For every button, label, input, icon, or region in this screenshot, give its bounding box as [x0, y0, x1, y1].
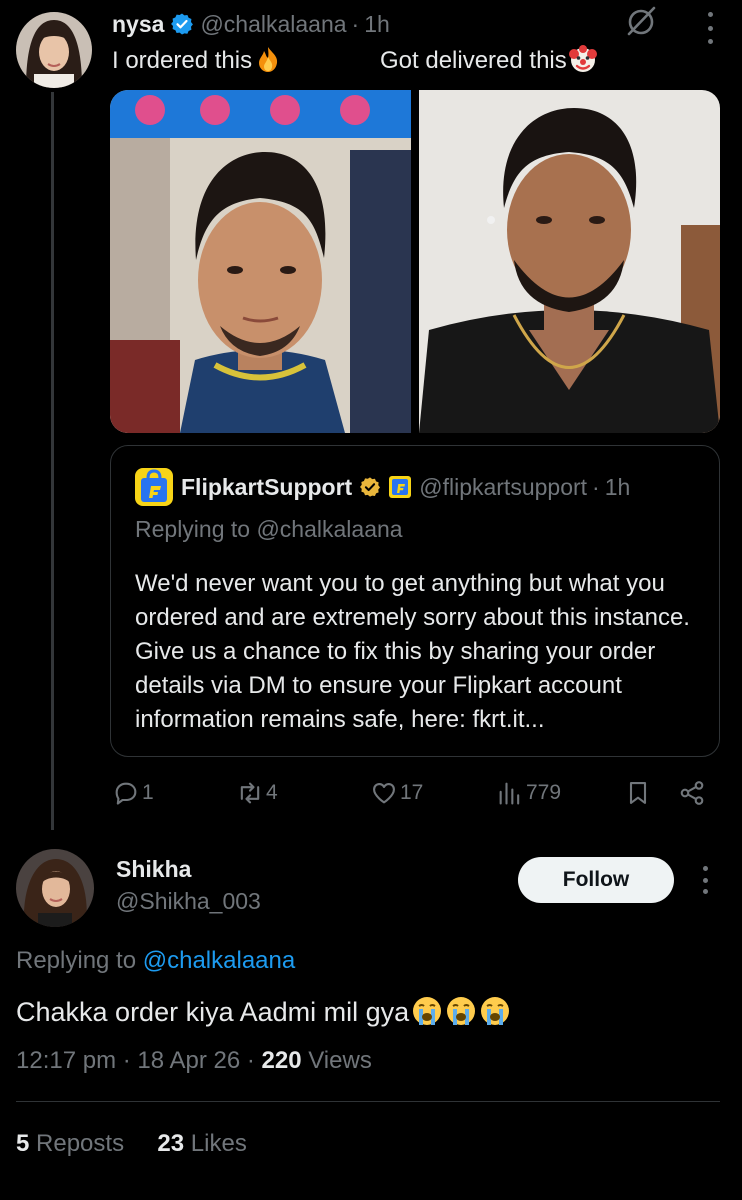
- repost-button[interactable]: 4: [236, 776, 278, 810]
- likes-stat-label: Likes: [190, 1130, 247, 1157]
- replying-to-line: Replying to @chalkalaana: [16, 947, 295, 975]
- gold-verified-badge-icon: [360, 477, 381, 497]
- photo-ordered[interactable]: [110, 90, 411, 433]
- caption-left: I ordered this: [112, 45, 282, 75]
- reply-icon: [115, 782, 137, 805]
- reply-author-name[interactable]: Shikha: [116, 856, 191, 883]
- reposts-stat[interactable]: 5 Reposts: [16, 1130, 124, 1157]
- shikha-avatar[interactable]: [16, 849, 94, 927]
- loudly-crying-emoji: [413, 997, 442, 1025]
- reply-views-label: Views: [308, 1047, 372, 1074]
- replying-to-mention[interactable]: @chalkalaana: [143, 947, 295, 974]
- divider: [16, 1101, 720, 1102]
- author-handle[interactable]: @chalkalaana: [200, 11, 346, 38]
- reply-author-handle[interactable]: @Shikha_003: [116, 888, 261, 915]
- reposts-stat-count: 5: [16, 1130, 30, 1157]
- quoted-reply-card[interactable]: FlipkartSupport @flipkartsupport · 1h Re…: [110, 445, 720, 757]
- like-button[interactable]: 17: [370, 776, 423, 810]
- views-count: 779: [526, 781, 562, 804]
- thread-connector-line: [51, 92, 54, 830]
- flipkart-logo-icon[interactable]: [135, 468, 173, 506]
- caption-right: Got delivered this: [380, 45, 597, 75]
- reply-views-count: 220: [261, 1047, 302, 1074]
- loudly-crying-emoji: [447, 997, 476, 1025]
- replying-to-prefix: Replying to: [16, 947, 137, 974]
- verified-badge-icon: [171, 13, 194, 35]
- separator-dot: ·: [122, 1047, 131, 1074]
- heart-icon: [373, 782, 395, 804]
- reply-body-text: Chakka order kiya Aadmi mil gya: [16, 997, 410, 1027]
- quote-replying-to: Replying to @chalkalaana: [135, 516, 403, 542]
- like-count: 17: [400, 781, 424, 804]
- more-vertical-icon[interactable]: [700, 12, 720, 44]
- clown-emoji: [568, 45, 597, 72]
- reply-time[interactable]: 12:17 pm: [16, 1047, 116, 1074]
- author-name[interactable]: nysa: [112, 11, 164, 38]
- loudly-crying-emoji: [481, 997, 510, 1025]
- follow-button[interactable]: Follow: [518, 857, 674, 903]
- views-icon: [499, 782, 520, 805]
- repost-count: 4: [266, 781, 278, 804]
- repost-icon: [240, 782, 260, 804]
- post-action-bar: 1 4 17 779: [112, 776, 722, 810]
- photo-delivered[interactable]: [419, 90, 720, 433]
- caption-right-text: Got delivered this: [380, 47, 567, 74]
- share-button[interactable]: [678, 776, 708, 810]
- post-time[interactable]: 1h: [364, 11, 390, 38]
- post-header: nysa @chalkalaana · 1h: [112, 8, 390, 40]
- quote-author-handle[interactable]: @flipkartsupport: [419, 474, 587, 501]
- separator-dot: ·: [246, 1047, 255, 1074]
- reply-metadata: 12:17 pm · 18 Apr 26 · 220 Views: [16, 1047, 372, 1075]
- quote-body-text: We'd never want you to get anything but …: [135, 570, 690, 733]
- quote-time[interactable]: 1h: [605, 474, 631, 501]
- bookmark-icon: [629, 782, 647, 804]
- reply-button[interactable]: 1: [112, 776, 154, 810]
- post-media[interactable]: [110, 90, 720, 433]
- nysa-avatar[interactable]: [16, 12, 92, 88]
- likes-stat-count: 23: [157, 1130, 185, 1157]
- reply-date[interactable]: 18 Apr 26: [137, 1047, 240, 1074]
- reply-engagement-stats: 5 Reposts 23 Likes: [16, 1130, 247, 1158]
- affiliate-badge-icon: [389, 476, 412, 498]
- share-icon: [680, 781, 704, 805]
- grok-icon[interactable]: [623, 4, 659, 40]
- views-button[interactable]: 779: [496, 776, 561, 810]
- reply-body: Chakka order kiya Aadmi mil gya: [16, 995, 511, 1028]
- quote-author-name[interactable]: FlipkartSupport: [181, 474, 352, 501]
- more-vertical-icon[interactable]: [695, 866, 715, 894]
- caption-left-text: I ordered this: [112, 47, 253, 74]
- likes-stat[interactable]: 23 Likes: [157, 1130, 246, 1157]
- reposts-stat-label: Reposts: [36, 1130, 125, 1157]
- quote-header: FlipkartSupport @flipkartsupport · 1h: [135, 468, 630, 506]
- fire-emoji: [259, 47, 278, 72]
- separator-dot: ·: [351, 10, 360, 37]
- reply-count: 1: [142, 781, 154, 804]
- bookmark-button[interactable]: [624, 776, 654, 810]
- separator-dot: ·: [592, 473, 600, 500]
